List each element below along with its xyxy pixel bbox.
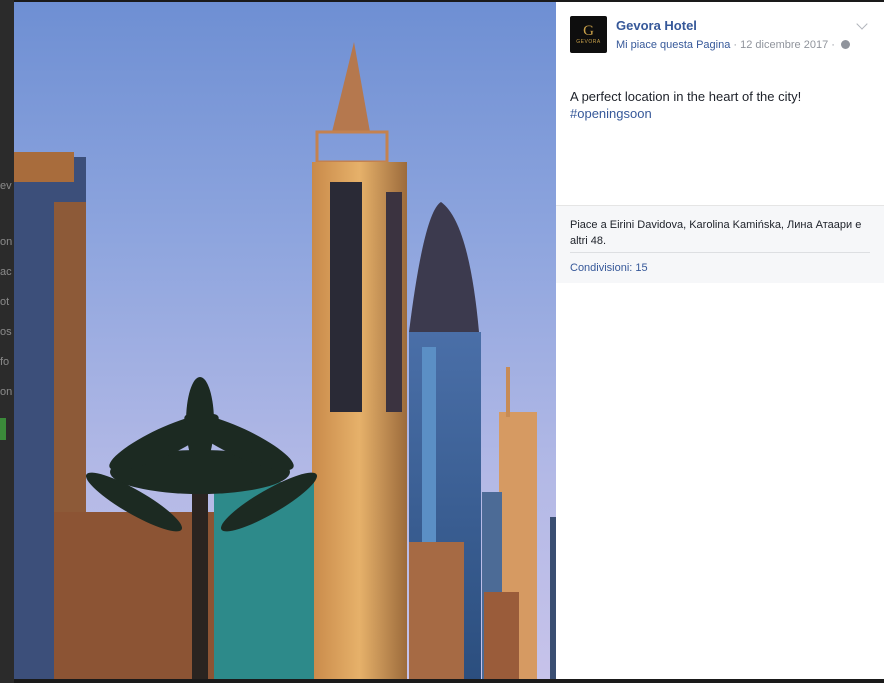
- avatar-monogram: G: [583, 22, 594, 39]
- background-text: os: [0, 326, 12, 338]
- background-text: on: [0, 236, 13, 248]
- post-photo[interactable]: [14, 2, 556, 679]
- background-text: ot: [0, 296, 10, 308]
- like-page-link[interactable]: Mi piace questa Pagina: [616, 39, 730, 51]
- post-footer: Piace a Eirini Davidova, Karolina Kamińs…: [556, 205, 884, 283]
- post-text-line: A perfect location in the heart of the c…: [570, 89, 802, 104]
- avatar[interactable]: G GEVORA: [570, 16, 607, 53]
- background-text: ac: [0, 266, 12, 278]
- post-date[interactable]: 12 dicembre 2017: [740, 39, 828, 51]
- hashtag-link[interactable]: #openingsoon: [570, 105, 860, 122]
- shares-link[interactable]: Condivisioni: 15: [570, 262, 648, 274]
- background-text: ev: [0, 180, 12, 192]
- globe-icon: [840, 40, 850, 49]
- city-skyline-image: [14, 42, 556, 679]
- background-text: on: [0, 386, 13, 398]
- background-page: ev on ac ot os fo on: [0, 0, 14, 683]
- post-meta: Mi piace questa Pagina · 12 dicembre 201…: [616, 39, 850, 51]
- post-detail-panel: G GEVORA Gevora Hotel Mi piace questa Pa…: [556, 2, 884, 679]
- divider: [570, 252, 870, 253]
- likes-summary[interactable]: Piace a Eirini Davidova, Karolina Kamińs…: [570, 217, 870, 249]
- meta-separator: ·: [828, 39, 838, 51]
- background-badge: [0, 418, 6, 440]
- post-text: A perfect location in the heart of the c…: [570, 88, 860, 122]
- page-name-link[interactable]: Gevora Hotel: [616, 18, 697, 33]
- background-text: fo: [0, 356, 10, 368]
- post-header: G GEVORA Gevora Hotel Mi piace questa Pa…: [570, 16, 870, 56]
- avatar-brand-text: GEVORA: [576, 38, 601, 45]
- meta-separator: ·: [730, 39, 741, 51]
